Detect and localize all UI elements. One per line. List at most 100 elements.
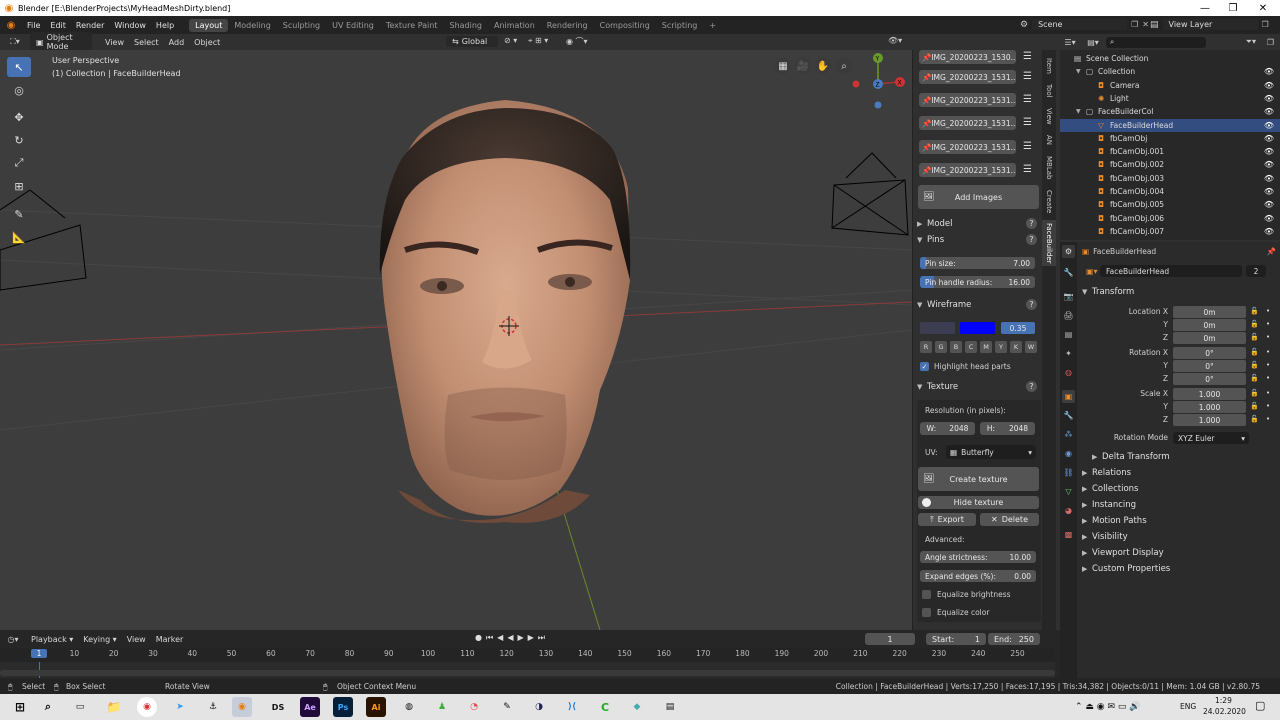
image-row[interactable]: 📌 IMG_20200223_1530... ☰ (919, 50, 1033, 64)
visibility-eye-icon[interactable]: 👁 (1264, 147, 1274, 156)
viewport-display-section[interactable]: ▶ Viewport Display (1082, 546, 1272, 560)
scale-x-field[interactable]: 1.000 (1173, 388, 1246, 400)
menu-help[interactable]: Help (151, 21, 179, 30)
location-z-field[interactable]: 0m (1173, 332, 1246, 344)
image-row[interactable]: 📌 IMG_20200223_1531... ☰ (919, 163, 1033, 177)
viewport-menu-object[interactable]: Object (189, 37, 225, 48)
app-icon[interactable]: ◔ (464, 697, 484, 717)
tab-modeling[interactable]: Modeling (228, 19, 276, 32)
tab-create[interactable]: Create (1042, 186, 1056, 218)
tab-uv-editing[interactable]: UV Editing (326, 19, 380, 32)
tab-compositing[interactable]: Compositing (594, 19, 656, 32)
model-section-header[interactable]: ▶ Model? (917, 217, 1037, 231)
wire-opacity-slider[interactable]: 0.35 (1001, 322, 1035, 334)
outliner-item[interactable]: ▼ ▢ Collection 👁 (1060, 65, 1280, 78)
constraints-properties-icon[interactable]: ⛓ (1062, 466, 1075, 479)
particles-properties-icon[interactable]: ⁂ (1062, 428, 1075, 441)
outliner-item[interactable]: ▼ ▢ FaceBuilderCol 👁 (1060, 105, 1280, 118)
scale-z-field[interactable]: 1.000 (1173, 414, 1246, 426)
visibility-eye-icon[interactable]: 👁 (1264, 94, 1274, 103)
image-row[interactable]: 📌 IMG_20200223_1531... ☰ (919, 116, 1033, 130)
export-button[interactable]: ⤒ Export (918, 513, 976, 526)
tab-facebuilder[interactable]: FaceBuilder (1042, 220, 1056, 266)
menu-icon[interactable]: ☰ (1023, 52, 1033, 62)
scene-close-icon[interactable]: ✕ (1142, 20, 1149, 29)
keyframe-dot-icon[interactable]: • (1266, 389, 1270, 397)
image-row[interactable]: 📌 IMG_20200223_1531... ☰ (919, 70, 1032, 84)
move-tool-icon[interactable]: ✥ (7, 107, 31, 127)
chrome-icon[interactable]: ◉ (137, 697, 157, 717)
image-field[interactable]: 📌 IMG_20200223_1531... (919, 140, 1016, 154)
search-icon[interactable]: ⌕ (38, 697, 58, 717)
outliner-search-input[interactable]: ⌕ (1106, 36, 1206, 48)
outliner-item[interactable]: ◘ fbCamObj.007 👁 (1060, 225, 1280, 238)
scene-properties-icon[interactable]: ✦ (1062, 347, 1075, 360)
new-collection-icon[interactable]: ❐ (1267, 38, 1274, 47)
visibility-eye-icon[interactable]: 👁 (1264, 121, 1274, 130)
filter-icon[interactable]: ⏷▾ (1246, 37, 1256, 47)
keyframe-dot-icon[interactable]: • (1266, 320, 1270, 328)
wire-color-swatch[interactable] (920, 322, 955, 334)
navigation-gizmo[interactable]: Y X Z (850, 50, 910, 112)
file-explorer-icon[interactable]: 📁 (104, 697, 124, 717)
blender-menu-icon[interactable]: ◉ (0, 20, 22, 31)
timeline-menu-playback[interactable]: Playback ▾ (26, 634, 78, 645)
keyframe-dot-icon[interactable]: • (1266, 374, 1270, 382)
end-frame-field[interactable]: End: 250 (988, 633, 1040, 645)
language-indicator[interactable]: ENG (1180, 702, 1196, 711)
menu-icon[interactable]: ☰ (1023, 165, 1033, 175)
scene-selector[interactable]: ⚙ Scene ❐ ✕ (1020, 19, 1149, 30)
menu-window[interactable]: Window (109, 21, 151, 30)
delete-button[interactable]: ✕ Delete (980, 513, 1039, 526)
collections-section[interactable]: ▶ Collections (1082, 482, 1272, 496)
resolution-width-field[interactable]: W: 2048 (920, 422, 975, 435)
windows-start-icon[interactable]: ⊞ (10, 697, 30, 717)
visibility-section[interactable]: ▶ Visibility (1082, 530, 1272, 544)
editor-switch-icon[interactable]: 🔧 (1062, 266, 1075, 279)
rotation-y-field[interactable]: 0° (1173, 360, 1246, 372)
resolution-height-field[interactable]: H: 2048 (980, 422, 1035, 435)
lock-icon[interactable]: 🔓 (1250, 389, 1259, 397)
instancing-section[interactable]: ▶ Instancing (1082, 498, 1272, 512)
blender-taskbar-icon[interactable]: ◉ (232, 697, 252, 717)
outliner-item[interactable]: ◘ fbCamObj.001 👁 (1060, 145, 1280, 158)
image-field[interactable]: 📌 IMG_20200223_1531... (919, 93, 1016, 107)
scale-y-field[interactable]: 1.000 (1173, 401, 1246, 413)
wire-special-color-swatch[interactable] (960, 322, 995, 334)
equalize-brightness-checkbox[interactable]: Equalize brightness (922, 590, 1011, 599)
hide-texture-button[interactable]: Hide texture (918, 496, 1039, 509)
timeline-menu-view[interactable]: View (122, 634, 151, 645)
equalize-color-checkbox[interactable]: Equalize color (922, 608, 989, 617)
menu-file[interactable]: File (22, 21, 45, 30)
transform-tool-icon[interactable]: ⊞ (7, 176, 31, 196)
image-row[interactable]: 📌 IMG_20200223_1531... ☰ (919, 93, 1032, 107)
menu-edit[interactable]: Edit (45, 21, 71, 30)
visibility-eye-icon[interactable]: 👁 (1264, 187, 1274, 196)
timeline-track[interactable]: 1 10 20 30 40 50 60 70 80 90 100 110 120 130 140 150 160… (0, 648, 1055, 678)
snap-icon[interactable]: ⌖ ⊞ ▾ (528, 36, 548, 46)
lock-icon[interactable]: 🔓 (1250, 374, 1259, 382)
help-icon[interactable]: ? (1026, 381, 1037, 392)
pivot-icon[interactable]: ⊘ ▾ (504, 36, 517, 45)
3d-viewport[interactable]: ↖ ◎ ✥ ↻ ⤢ ⊞ ✎ 📐 User Perspective (1) Col… (0, 50, 912, 630)
menu-icon[interactable]: ☰ (1023, 118, 1033, 128)
visibility-eye-icon[interactable]: 👁 (1264, 174, 1274, 183)
wire-button-c[interactable]: C (965, 341, 977, 353)
app-icon[interactable]: ♟ (432, 697, 452, 717)
outliner-item[interactable]: ◘ fbCamObj.002 👁 (1060, 158, 1280, 171)
vscode-icon[interactable]: ⟩⟨ (562, 697, 582, 717)
outliner-item[interactable]: ▤ Scene Collection (1060, 52, 1280, 65)
visibility-eye-icon[interactable]: 👁 (1264, 134, 1274, 143)
lock-icon[interactable]: 🔓 (1250, 320, 1259, 328)
rotate-tool-icon[interactable]: ↻ (7, 130, 31, 150)
output-properties-icon[interactable]: 🖨 (1062, 309, 1075, 322)
material-properties-icon[interactable]: ◕ (1062, 504, 1075, 517)
angle-strictness-field[interactable]: Angle strictness: 10.00 (920, 551, 1036, 563)
highlight-head-parts-checkbox[interactable]: ✓ Highlight head parts (920, 362, 1011, 371)
help-icon[interactable]: ? (1026, 234, 1037, 245)
tool-properties-icon[interactable]: ⚙ (1062, 245, 1075, 258)
rotation-mode-selector[interactable]: XYZ Euler ▾ (1173, 432, 1249, 444)
add-workspace-button[interactable]: + (703, 19, 722, 32)
outliner-editor-icon[interactable]: ☰▾ (1060, 38, 1080, 47)
custom-properties-section[interactable]: ▶ Custom Properties (1082, 562, 1272, 576)
